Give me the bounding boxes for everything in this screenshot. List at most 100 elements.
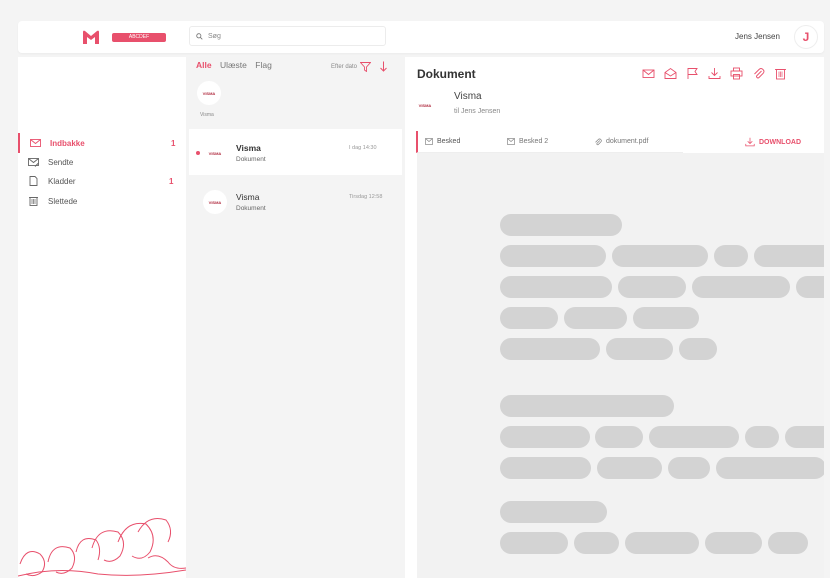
filter-all[interactable]: Alle (196, 60, 212, 70)
brand-logo-icon[interactable] (82, 29, 100, 45)
sender-name: Visma (200, 112, 214, 118)
message-sender: Visma (236, 143, 261, 153)
sidebar-item-inbox[interactable]: Indbakke 1 (18, 133, 186, 153)
skeleton-line (597, 457, 662, 479)
skeleton-line (692, 276, 790, 298)
tab-message-2[interactable]: Besked 2 (500, 131, 587, 153)
sender-name: Visma (454, 91, 482, 102)
skeleton-line (500, 307, 558, 329)
skeleton-line (500, 426, 590, 448)
download-icon (745, 137, 755, 147)
skeleton-line (716, 457, 824, 479)
content-tabs: Besked Besked 2 dokument.pdf (416, 131, 683, 153)
sort-arrow-down-icon[interactable] (379, 61, 388, 72)
draft-count: 1 (169, 177, 174, 186)
skeleton-line (625, 532, 699, 554)
search-box[interactable] (189, 26, 386, 46)
skeleton-line (612, 245, 708, 267)
sidebar: Indbakke 1 Sendte Kladder 1 Slettede (18, 57, 186, 578)
download-icon[interactable] (708, 67, 721, 80)
skeleton-line (500, 338, 600, 360)
message-subject: Dokument (236, 156, 266, 163)
unread-dot-icon (196, 151, 200, 155)
sidebar-item-label: Slettede (48, 197, 78, 206)
sidebar-item-label: Kladder (48, 177, 76, 186)
print-icon[interactable] (730, 67, 743, 80)
skeleton-line (745, 426, 779, 448)
skeleton-line (595, 426, 643, 448)
skeleton-line (633, 307, 699, 329)
mail-icon (507, 138, 515, 145)
list-item[interactable]: VISMA Visma Dokument Tirsdag 12:58 (189, 178, 402, 224)
inbox-icon (30, 139, 41, 147)
mail-icon (425, 138, 433, 145)
tab-label: Besked 2 (519, 138, 549, 145)
flag-icon[interactable] (686, 67, 699, 80)
skeleton-line (754, 245, 824, 267)
sender-filter-card[interactable]: VISMA Visma (197, 81, 392, 123)
filter-flagged[interactable]: Flag (255, 60, 272, 70)
document-preview (417, 153, 824, 578)
filter-icon[interactable] (360, 61, 372, 72)
people-illustration-icon (18, 518, 186, 577)
trash-icon[interactable] (774, 67, 787, 80)
sort-control[interactable]: Efter dato (331, 61, 388, 72)
sidebar-item-drafts[interactable]: Kladder 1 (18, 171, 186, 191)
message-time: I dag 14:30 (349, 145, 377, 151)
skeleton-line (500, 501, 607, 523)
brand-badge: ABCDEF (112, 33, 166, 42)
skeleton-line (500, 245, 606, 267)
message-sender: Visma (236, 192, 260, 202)
tab-label: dokument.pdf (606, 138, 649, 145)
skeleton-line (574, 532, 619, 554)
message-title: Dokument (417, 67, 476, 81)
list-item[interactable]: VISMA Visma Dokument I dag 14:30 (189, 129, 402, 175)
mail-open-icon[interactable] (664, 67, 677, 80)
visma-logo: VISMA (203, 141, 227, 165)
avatar[interactable]: J (794, 25, 818, 49)
skeleton-line (714, 245, 748, 267)
skeleton-line (705, 532, 762, 554)
sidebar-item-label: Indbakke (50, 139, 85, 148)
sort-label: Efter dato (331, 63, 358, 70)
visma-logo: VISMA (197, 81, 221, 105)
skeleton-line (679, 338, 717, 360)
message-list: Alle Ulæste Flag Efter dato VISMA Visma … (189, 57, 402, 578)
sidebar-item-deleted[interactable]: Slettede (18, 191, 186, 211)
top-bar: ABCDEF (18, 21, 824, 53)
trash-icon (29, 197, 38, 206)
skeleton-line (796, 276, 824, 298)
tab-message[interactable]: Besked (416, 131, 500, 153)
draft-icon (29, 176, 38, 186)
visma-logo: VISMA (203, 190, 227, 214)
skeleton-line (649, 426, 739, 448)
user-name: Jens Jensen (735, 32, 780, 41)
filter-tabs: Alle Ulæste Flag (196, 60, 278, 70)
skeleton-line (500, 276, 612, 298)
search-icon (196, 32, 203, 40)
tab-label: Besked (437, 138, 461, 145)
sidebar-item-sent[interactable]: Sendte (18, 152, 186, 172)
skeleton-line (785, 426, 824, 448)
skeleton-line (606, 338, 673, 360)
visma-logo: VISMA (413, 93, 437, 117)
skeleton-line (564, 307, 627, 329)
skeleton-line (500, 395, 674, 417)
mail-icon[interactable] (642, 67, 655, 80)
message-toolbar (642, 67, 787, 80)
search-input[interactable] (208, 32, 368, 40)
reading-pane: Dokument VISMA Visma til Jens Jensen Bes… (405, 57, 824, 578)
message-subject: Dokument (236, 205, 266, 212)
download-label: DOWNLOAD (759, 138, 801, 146)
filter-unread[interactable]: Ulæste (220, 60, 247, 70)
skeleton-line (500, 532, 568, 554)
tab-attachment[interactable]: dokument.pdf (587, 131, 683, 153)
message-time: Tirsdag 12:58 (349, 194, 383, 200)
recipient-line: til Jens Jensen (454, 108, 501, 115)
unread-count: 1 (171, 139, 176, 148)
attachment-icon[interactable] (752, 67, 765, 80)
sidebar-item-label: Sendte (48, 158, 74, 167)
attachment-icon (595, 138, 602, 145)
skeleton-line (618, 276, 686, 298)
download-button[interactable]: DOWNLOAD (745, 137, 801, 147)
